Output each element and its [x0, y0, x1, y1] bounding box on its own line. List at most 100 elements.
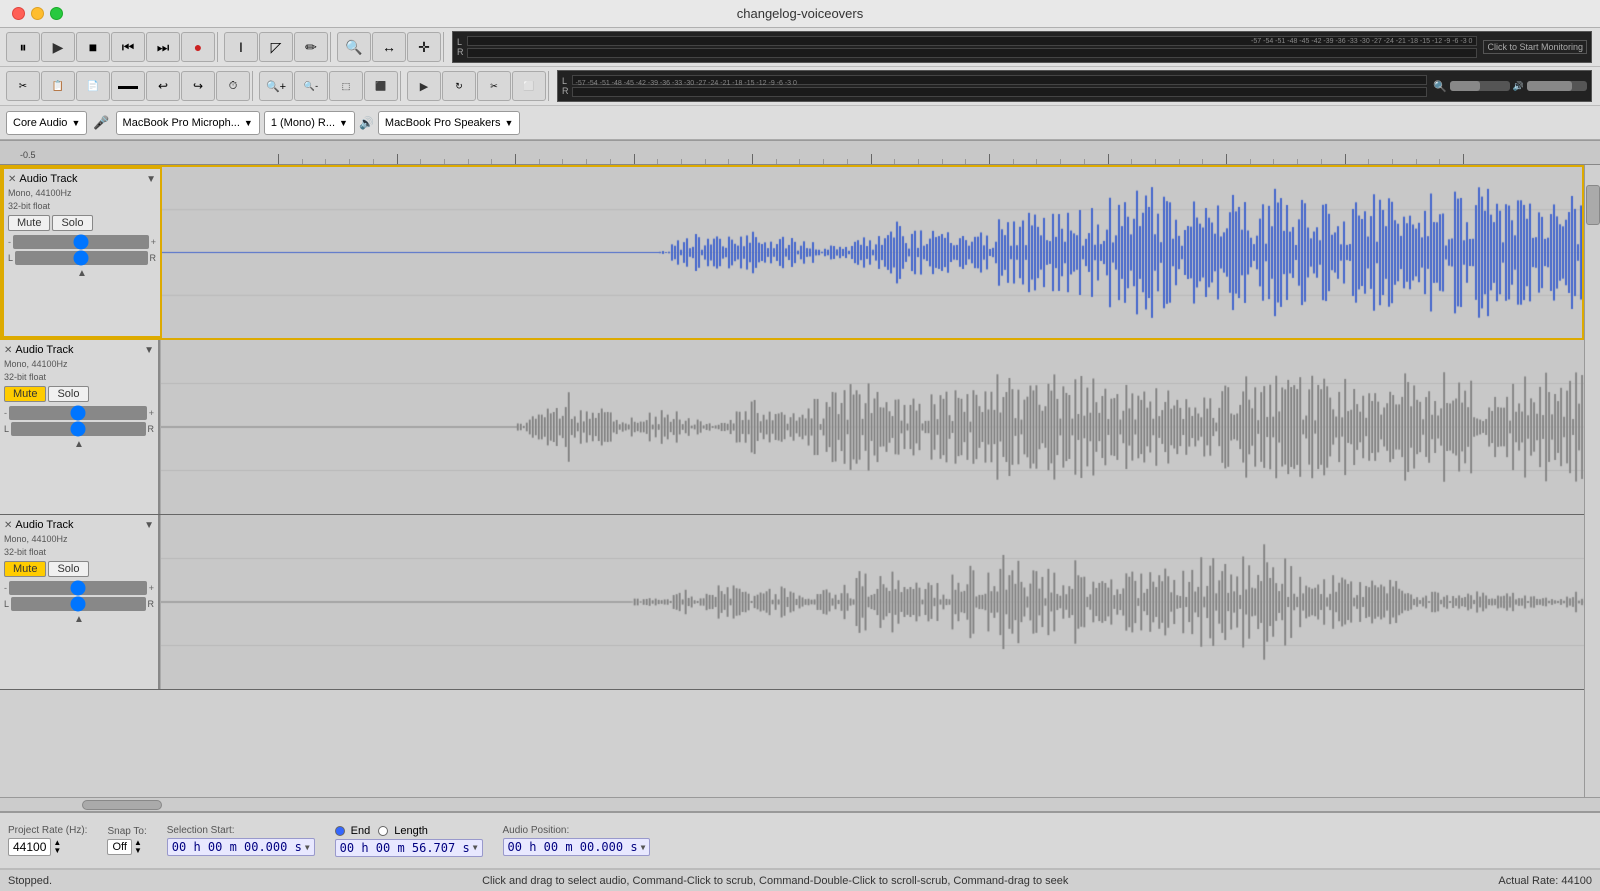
- track-3-menu[interactable]: ▼: [144, 520, 154, 531]
- click-to-monitor-btn[interactable]: Click to Start Monitoring: [1483, 40, 1587, 54]
- play-button[interactable]: ▶: [41, 32, 75, 62]
- volume-slider[interactable]: [1527, 81, 1587, 91]
- silence-sel-btn[interactable]: ⬜: [512, 71, 546, 101]
- mic-device-select[interactable]: MacBook Pro Microph... ▼: [116, 111, 260, 135]
- record-button[interactable]: ●: [181, 32, 215, 62]
- copy-tool[interactable]: 📋: [41, 71, 75, 101]
- zoom-out-btn[interactable]: 🔍-: [294, 71, 328, 101]
- select-tool[interactable]: I: [224, 32, 258, 62]
- track-1-menu[interactable]: ▼: [146, 174, 156, 185]
- skip-end-button[interactable]: ⏭: [146, 32, 180, 62]
- channels-select[interactable]: 1 (Mono) R... ▼: [264, 111, 355, 135]
- multi-tool[interactable]: ✛: [407, 32, 441, 62]
- track-1-gain-plus: +: [151, 237, 156, 247]
- trim-tool[interactable]: ✂: [6, 71, 40, 101]
- speaker-arrow: ▼: [504, 118, 513, 128]
- waveform-canvas-2[interactable]: [161, 340, 1584, 514]
- loop-btn[interactable]: ↻: [442, 71, 476, 101]
- track-1-pan-slider[interactable]: [15, 251, 147, 265]
- track-3-collapse-icon[interactable]: ▲: [74, 614, 84, 625]
- zoom-fit-btn[interactable]: ⬛: [364, 71, 398, 101]
- track-1-solo-btn[interactable]: Solo: [52, 215, 92, 231]
- track-3-controls: ✕ Audio Track ▼ Mono, 44100Hz 32-bit flo…: [0, 515, 160, 689]
- track-1-close[interactable]: ✕: [8, 174, 16, 185]
- redo-btn[interactable]: ↪: [181, 71, 215, 101]
- track-2-pan-row: L R: [4, 422, 154, 436]
- track-3-gain-slider[interactable]: [9, 581, 147, 595]
- track-3-pan-slider[interactable]: [11, 597, 145, 611]
- trim-audio-btn[interactable]: ✂: [477, 71, 511, 101]
- track-3-mute-btn[interactable]: Mute: [4, 561, 46, 577]
- track-2-collapse[interactable]: ▲: [4, 438, 154, 450]
- track-3-solo-btn[interactable]: Solo: [48, 561, 88, 577]
- project-rate-spinner[interactable]: ▲ ▼: [53, 839, 61, 855]
- minimize-button[interactable]: [31, 7, 44, 20]
- sync-btn[interactable]: ⏱: [216, 71, 250, 101]
- track-1-collapse[interactable]: ▲: [8, 267, 156, 279]
- track-3-close[interactable]: ✕: [4, 520, 12, 531]
- track-3-waveform[interactable]: 1.0 0.5 0.0 -0.5 -1.0: [160, 515, 1584, 689]
- snap-value: Off: [112, 841, 126, 853]
- track-1-collapse-icon[interactable]: ▲: [77, 268, 87, 279]
- waveform-canvas-3[interactable]: [161, 515, 1584, 689]
- skip-start-button[interactable]: ⏮: [111, 32, 145, 62]
- end-radio-label[interactable]: End: [335, 825, 371, 837]
- undo-btn[interactable]: ↩: [146, 71, 180, 101]
- track-1-waveform[interactable]: 1.0 0.5 0.0 -0.5 -1.0: [162, 167, 1582, 338]
- track-2-gain-slider[interactable]: [9, 406, 147, 420]
- track-2-menu[interactable]: ▼: [144, 345, 154, 356]
- track-3: ✕ Audio Track ▼ Mono, 44100Hz 32-bit flo…: [0, 515, 1584, 690]
- time-shift-tool[interactable]: ↔: [372, 32, 406, 62]
- track-3-gain-plus: +: [149, 583, 154, 593]
- selection-start-section: Selection Start: 00 h 00 m 00.000 s ▼: [167, 825, 315, 856]
- speaker-select[interactable]: MacBook Pro Speakers ▼: [378, 111, 520, 135]
- track-2-collapse-icon[interactable]: ▲: [74, 439, 84, 450]
- silence-tool[interactable]: ▬▬: [111, 71, 145, 101]
- track-2-pan-l: L: [4, 424, 9, 434]
- audio-position-box[interactable]: 00 h 00 m 00.000 s ▼: [503, 838, 651, 856]
- ruler-neg-label: -0.5: [20, 150, 36, 160]
- timeline-ruler[interactable]: -0.5 0.00.51.01.52.02.53.03.54.04.55.0: [0, 141, 1600, 165]
- track-3-collapse[interactable]: ▲: [4, 613, 154, 625]
- audio-host-select[interactable]: Core Audio ▼: [6, 111, 87, 135]
- device-row: Core Audio ▼ 🎤 MacBook Pro Microph... ▼ …: [0, 106, 1600, 140]
- pause-button[interactable]: ⏸: [6, 32, 40, 62]
- track-1-gain-slider[interactable]: [13, 235, 149, 249]
- track-2-pan-slider[interactable]: [11, 422, 145, 436]
- track-2-mute-btn[interactable]: Mute: [4, 386, 46, 402]
- length-radio-label[interactable]: Length: [378, 825, 428, 837]
- draw-tool[interactable]: ✏: [294, 32, 328, 62]
- track-1-gain-minus: -: [8, 237, 11, 247]
- toolbar-row-1: ⏸ ▶ ■ ⏮ ⏭ ● I ◸ ✏ 🔍 ↔ ✛ LR -57 -54 -51 -…: [0, 28, 1600, 67]
- track-2-format: Mono, 44100Hz: [4, 358, 154, 371]
- end-value-box[interactable]: 00 h 00 m 56.707 s ▼: [335, 839, 483, 857]
- track-2-waveform[interactable]: 1.0 0.5 0.0 -0.5 -1.0 ◄: [160, 340, 1584, 514]
- track-2-close[interactable]: ✕: [4, 345, 12, 356]
- zoom-in-btn[interactable]: 🔍+: [259, 71, 293, 101]
- track-1-mute-btn[interactable]: Mute: [8, 215, 50, 231]
- track-1-gain-row: - +: [8, 235, 156, 249]
- track-2-gain-row: - +: [4, 406, 154, 420]
- snap-box[interactable]: Off: [107, 839, 131, 855]
- vu-meter-top: LR -57 -54 -51 -48 -45 -42 -39 -36 -33 -…: [452, 31, 1592, 63]
- v-scroll-thumb[interactable]: [1586, 185, 1600, 225]
- h-scroll-thumb[interactable]: [82, 800, 162, 810]
- play-small-btn[interactable]: ▶: [407, 71, 441, 101]
- vertical-scrollbar[interactable]: [1584, 165, 1600, 797]
- project-rate-box[interactable]: 44100: [8, 838, 51, 856]
- zoom-sel-btn[interactable]: ⬚: [329, 71, 363, 101]
- waveform-canvas-1[interactable]: [162, 167, 1582, 338]
- maximize-button[interactable]: [50, 7, 63, 20]
- speed-slider[interactable]: [1450, 81, 1510, 91]
- paste-tool[interactable]: 📄: [76, 71, 110, 101]
- zoom-in-tool[interactable]: 🔍: [337, 32, 371, 62]
- snap-spinner[interactable]: ▲ ▼: [134, 839, 142, 855]
- selection-start-box[interactable]: 00 h 00 m 00.000 s ▼: [167, 838, 315, 856]
- end-label: End: [351, 825, 371, 837]
- envelope-tool[interactable]: ◸: [259, 32, 293, 62]
- track-2-solo-btn[interactable]: Solo: [48, 386, 88, 402]
- stop-button[interactable]: ■: [76, 32, 110, 62]
- horizontal-scrollbar[interactable]: [0, 797, 1600, 811]
- track-3-pan-l: L: [4, 599, 9, 609]
- close-button[interactable]: [12, 7, 25, 20]
